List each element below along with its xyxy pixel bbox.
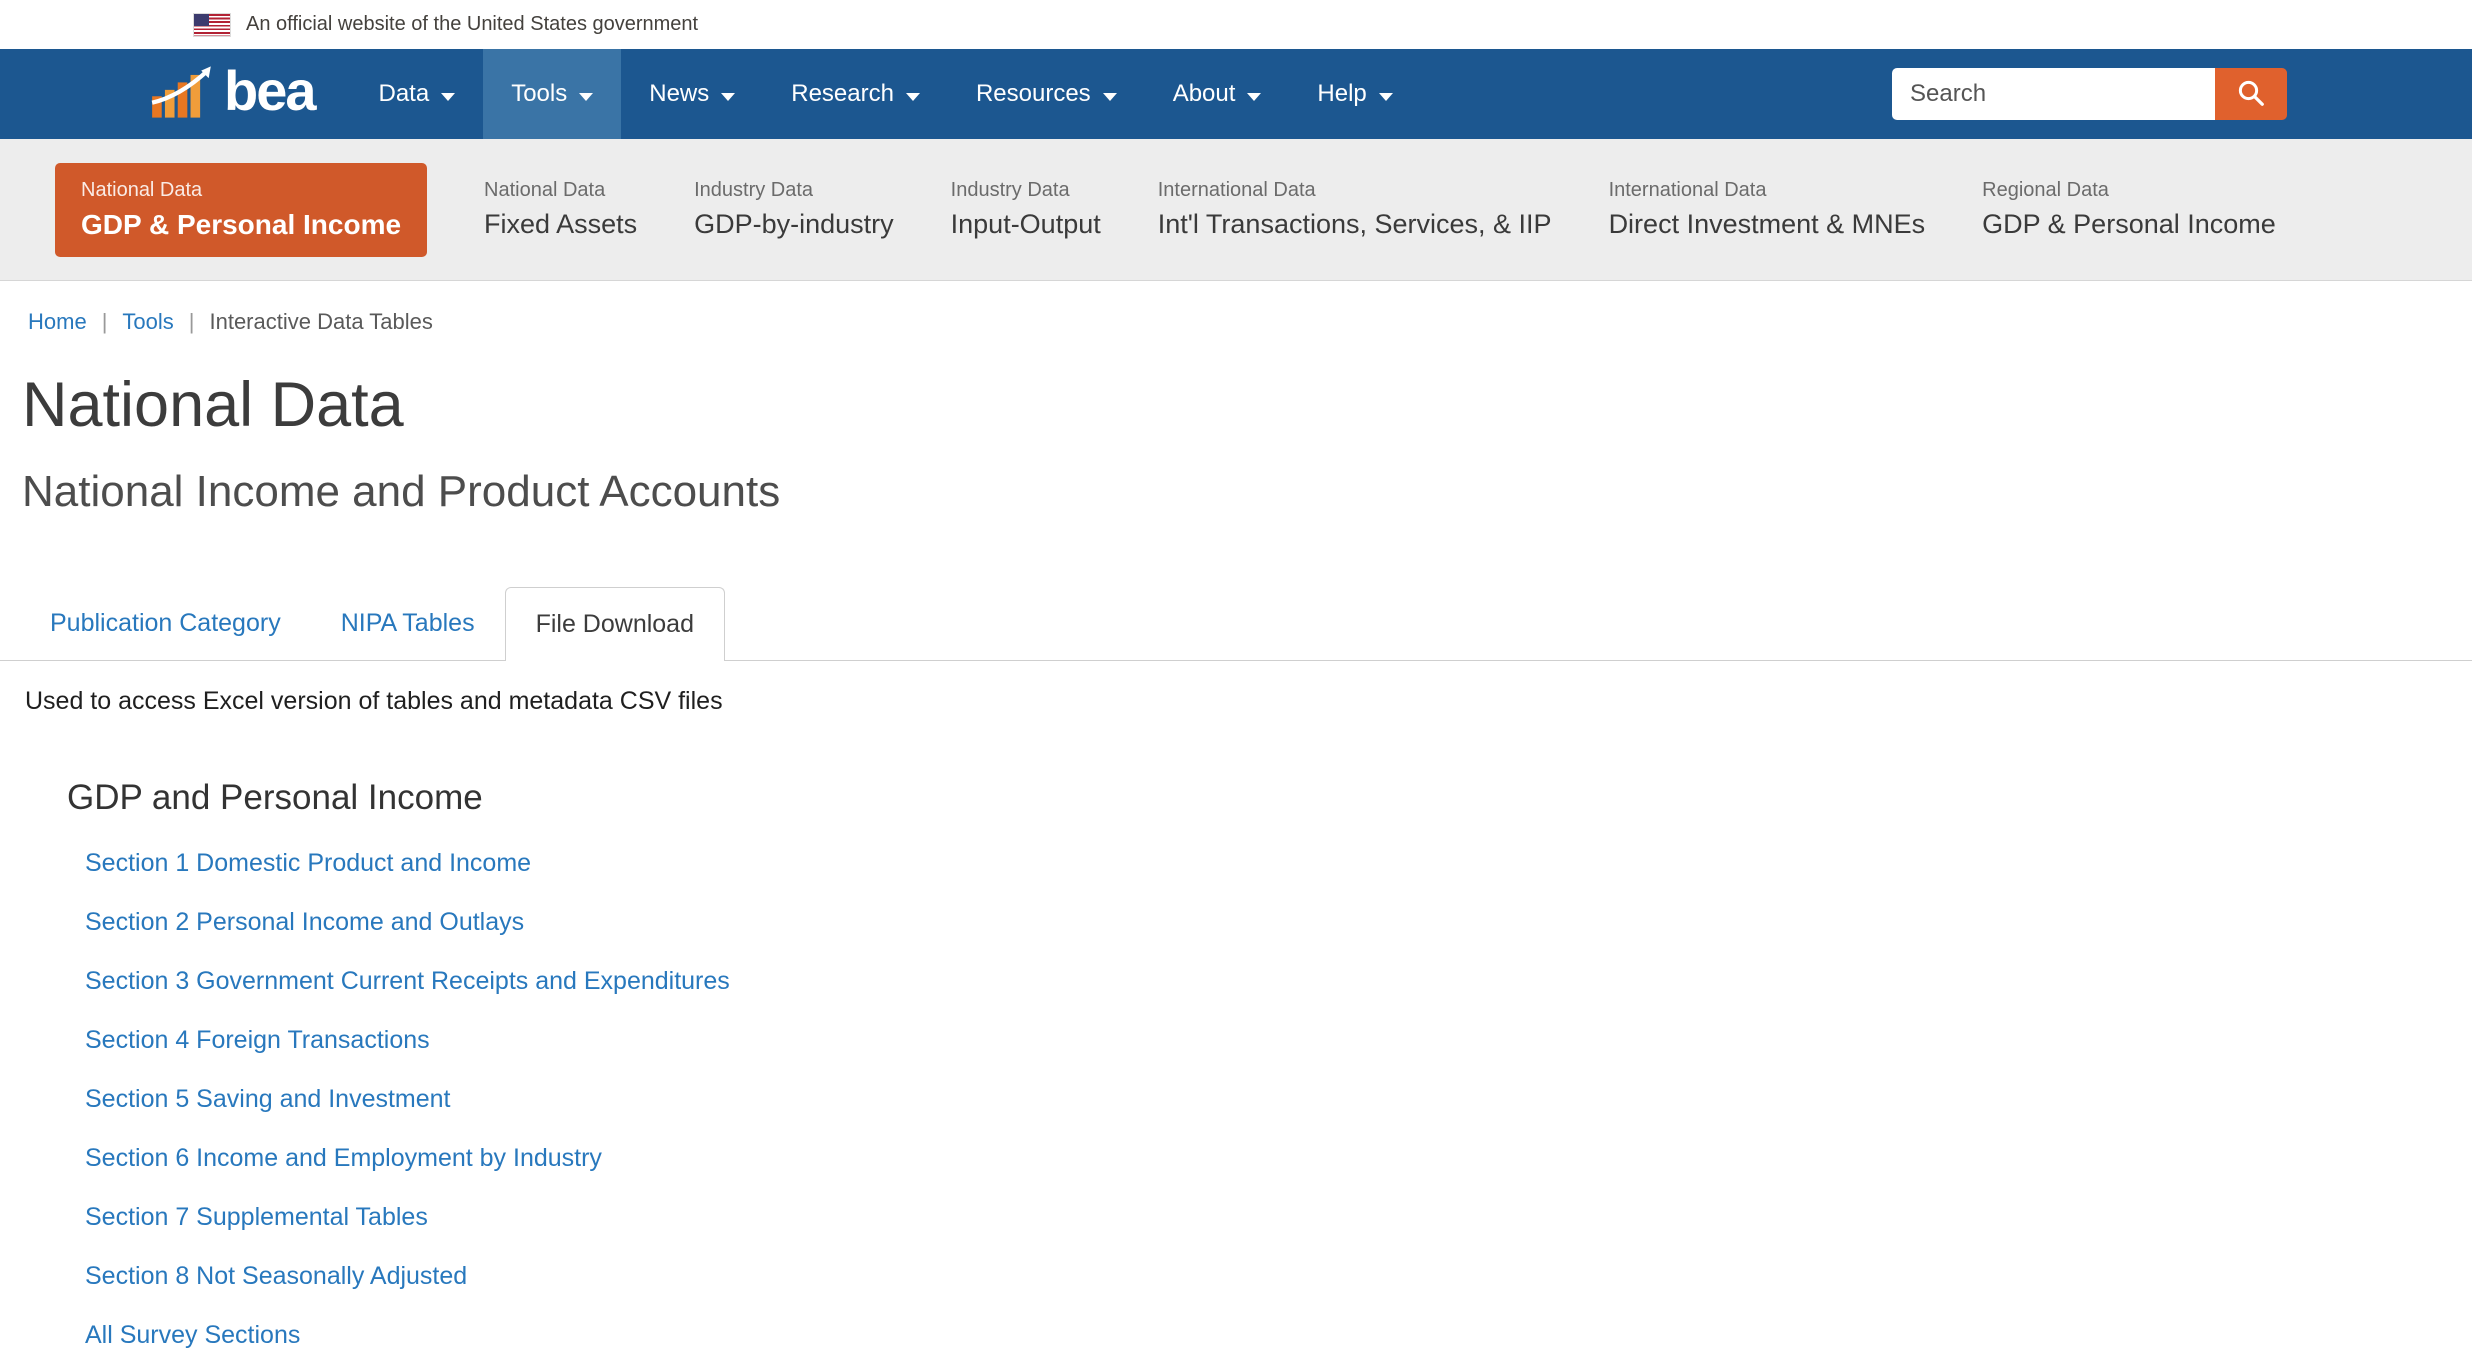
search-input[interactable] (1892, 68, 2215, 120)
link-section-8[interactable]: Section 8 Not Seasonally Adjusted (85, 1262, 467, 1290)
nav-item-label: News (649, 80, 709, 108)
caret-down-icon (906, 93, 920, 101)
list-item: Section 3 Government Current Receipts an… (85, 966, 2472, 1000)
caret-down-icon (1103, 93, 1117, 101)
list-item: Section 2 Personal Income and Outlays (85, 907, 2472, 941)
list-item: Section 1 Domestic Product and Income (85, 848, 2472, 882)
bea-logo-text: bea (224, 63, 315, 125)
nav-item-label: About (1173, 80, 1236, 108)
us-flag-icon (194, 14, 230, 36)
list-item: Section 5 Saving and Investment (85, 1084, 2472, 1118)
breadcrumb-separator: | (189, 309, 195, 335)
card-title: GDP-by-industry (694, 209, 894, 240)
subnav-card-fixed-assets[interactable]: National Data Fixed Assets (484, 179, 637, 240)
link-section-7[interactable]: Section 7 Supplemental Tables (85, 1203, 428, 1231)
nav-item-label: Data (379, 80, 430, 108)
tabs: Publication Category NIPA Tables File Do… (0, 587, 2472, 660)
nav-item-resources[interactable]: Resources (948, 49, 1145, 139)
link-section-6[interactable]: Section 6 Income and Employment by Indus… (85, 1144, 602, 1172)
nav-item-label: Help (1317, 80, 1366, 108)
file-download-panel: Used to access Excel version of tables a… (0, 660, 2472, 1348)
caret-down-icon (1247, 93, 1261, 101)
card-title: Int'l Transactions, Services, & IIP (1158, 209, 1552, 240)
link-all-survey-sections[interactable]: All Survey Sections (85, 1321, 300, 1348)
card-category: Industry Data (694, 179, 894, 202)
bea-logo[interactable]: bea (150, 49, 315, 139)
tab-nipa-tables[interactable]: NIPA Tables (311, 587, 505, 660)
nav-item-help[interactable]: Help (1289, 49, 1420, 139)
caret-down-icon (721, 93, 735, 101)
card-category: International Data (1609, 179, 1926, 202)
section-links: Section 1 Domestic Product and Income Se… (85, 848, 2472, 1348)
nav-item-label: Tools (511, 80, 567, 108)
card-title: Direct Investment & MNEs (1609, 209, 1926, 240)
caret-down-icon (1379, 93, 1393, 101)
link-section-3[interactable]: Section 3 Government Current Receipts an… (85, 967, 730, 995)
search-button[interactable] (2215, 68, 2287, 120)
bea-logo-icon (150, 64, 214, 125)
subnav-card-input-output[interactable]: Industry Data Input-Output (951, 179, 1101, 240)
nav-item-research[interactable]: Research (763, 49, 948, 139)
list-item: Section 8 Not Seasonally Adjusted (85, 1261, 2472, 1295)
card-title: GDP & Personal Income (81, 209, 401, 241)
caret-down-icon (579, 93, 593, 101)
nav-item-label: Research (791, 80, 894, 108)
nav-item-data[interactable]: Data (351, 49, 484, 139)
breadcrumb-tools[interactable]: Tools (122, 309, 173, 335)
card-category: International Data (1158, 179, 1552, 202)
breadcrumb-current: Interactive Data Tables (209, 309, 432, 335)
subnav-card-national-gdp[interactable]: National Data GDP & Personal Income (55, 163, 427, 257)
search-box (1892, 68, 2287, 120)
list-item: All Survey Sections (85, 1320, 2472, 1348)
subnav-card-regional-gdp[interactable]: Regional Data GDP & Personal Income (1982, 179, 2276, 240)
tab-file-download[interactable]: File Download (505, 587, 725, 661)
tab-publication-category[interactable]: Publication Category (20, 587, 311, 660)
link-section-1[interactable]: Section 1 Domestic Product and Income (85, 849, 531, 877)
link-section-4[interactable]: Section 4 Foreign Transactions (85, 1026, 430, 1054)
card-title: Input-Output (951, 209, 1101, 240)
page-subtitle: National Income and Product Accounts (22, 467, 2472, 517)
nav-item-news[interactable]: News (621, 49, 763, 139)
card-category: National Data (484, 179, 637, 202)
breadcrumb-separator: | (102, 309, 108, 335)
list-item: Section 6 Income and Employment by Indus… (85, 1143, 2472, 1177)
search-icon (2236, 78, 2266, 111)
link-section-5[interactable]: Section 5 Saving and Investment (85, 1085, 451, 1113)
card-title: Fixed Assets (484, 209, 637, 240)
gov-banner-text: An official website of the United States… (246, 13, 698, 36)
nav-item-about[interactable]: About (1145, 49, 1290, 139)
gov-banner: An official website of the United States… (0, 0, 2472, 49)
list-item: Section 7 Supplemental Tables (85, 1202, 2472, 1236)
section-heading: GDP and Personal Income (67, 778, 2472, 818)
breadcrumb: Home | Tools | Interactive Data Tables (28, 309, 2472, 335)
list-item: Section 4 Foreign Transactions (85, 1025, 2472, 1059)
main-nav: bea Data Tools News Research Resources A… (0, 49, 2472, 139)
subnav-card-intl-transactions[interactable]: International Data Int'l Transactions, S… (1158, 179, 1552, 240)
nav-menu: Data Tools News Research Resources About… (351, 49, 1421, 139)
link-section-2[interactable]: Section 2 Personal Income and Outlays (85, 908, 524, 936)
nav-item-label: Resources (976, 80, 1091, 108)
card-category: Regional Data (1982, 179, 2276, 202)
caret-down-icon (441, 93, 455, 101)
subnav-card-gdp-by-industry[interactable]: Industry Data GDP-by-industry (694, 179, 894, 240)
sub-nav: National Data GDP & Personal Income Nati… (0, 139, 2472, 281)
panel-description: Used to access Excel version of tables a… (25, 687, 2472, 716)
nav-item-tools[interactable]: Tools (483, 49, 621, 139)
page-title: National Data (22, 369, 2472, 441)
subnav-card-direct-investment[interactable]: International Data Direct Investment & M… (1609, 179, 1926, 240)
breadcrumb-home[interactable]: Home (28, 309, 87, 335)
card-category: National Data (81, 179, 401, 202)
card-title: GDP & Personal Income (1982, 209, 2276, 240)
card-category: Industry Data (951, 179, 1101, 202)
